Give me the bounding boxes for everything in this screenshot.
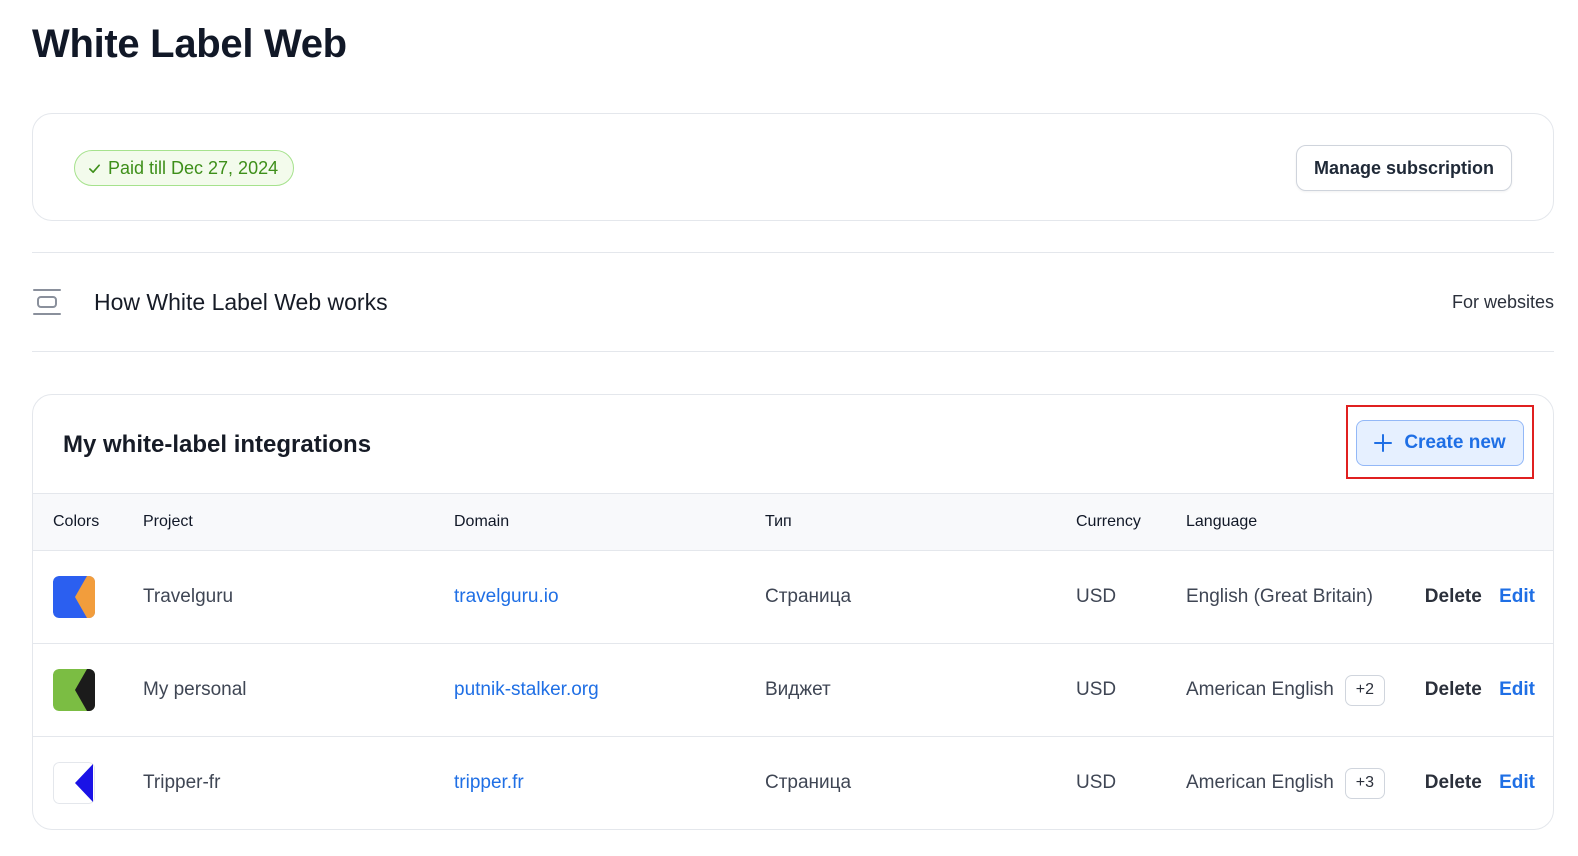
status-badge: Paid till Dec 27, 2024	[74, 150, 295, 186]
edit-button[interactable]: Edit	[1499, 772, 1535, 794]
integrations-table: Colors Project Domain Тип Currency Langu…	[33, 493, 1553, 830]
page-title: White Label Web	[32, 22, 347, 66]
delete-button[interactable]: Delete	[1425, 679, 1482, 701]
page: White Label Web Paid till Dec 27, 2024 M…	[0, 0, 1578, 856]
panel-icon	[33, 289, 61, 315]
currency: USD	[1076, 772, 1117, 794]
column-header-colors: Colors	[53, 513, 100, 530]
how-it-works-tag: For websites	[1451, 292, 1554, 312]
domain-link[interactable]: tripper.fr	[454, 772, 524, 793]
how-it-works-title: How White Label Web works	[94, 289, 388, 315]
integrations-card: My white-label integrations Create new C…	[32, 394, 1554, 830]
color-swatch	[53, 576, 95, 618]
edit-button[interactable]: Edit	[1499, 679, 1535, 701]
currency: USD	[1076, 586, 1117, 607]
language: English (Great Britain)	[1186, 586, 1373, 607]
subscription-card: Paid till Dec 27, 2024 Manage subscripti…	[32, 113, 1554, 221]
integration-type: Виджет	[765, 679, 831, 700]
more-languages-badge[interactable]: +3	[1344, 767, 1385, 799]
check-icon	[89, 163, 100, 173]
create-new-button[interactable]: Create new	[1356, 420, 1524, 466]
table-row: Travelguru travelguru.io Страница USD En…	[33, 551, 1553, 644]
column-header-domain: Domain	[454, 513, 510, 530]
currency: USD	[1076, 679, 1117, 700]
domain-link[interactable]: travelguru.io	[454, 586, 559, 607]
color-swatch-graphic	[53, 762, 95, 805]
how-it-works-row[interactable]: How White Label Web works For websites	[32, 252, 1554, 352]
column-header-project: Project	[143, 513, 193, 530]
domain-link[interactable]: putnik-stalker.org	[454, 679, 599, 700]
project-name: Tripper-fr	[143, 772, 221, 794]
column-header-actions	[1416, 494, 1553, 551]
delete-button[interactable]: Delete	[1425, 586, 1482, 608]
color-swatch	[53, 669, 95, 711]
column-header-language: Language	[1186, 513, 1258, 530]
delete-button[interactable]: Delete	[1425, 772, 1482, 794]
more-languages-badge[interactable]: +2	[1344, 674, 1385, 706]
column-header-currency: Currency	[1076, 513, 1141, 530]
table-header-row: Colors Project Domain Тип Currency Langu…	[33, 493, 1553, 551]
project-name: Travelguru	[143, 586, 234, 607]
color-swatch-graphic	[53, 576, 95, 618]
color-swatch	[53, 762, 95, 805]
plus-icon	[1374, 434, 1393, 452]
status-text: Paid till Dec 27, 2024	[108, 157, 279, 178]
table-row: Tripper-fr tripper.fr Страница USD Ameri…	[33, 737, 1553, 830]
column-header-type: Тип	[765, 513, 792, 530]
manage-subscription-button[interactable]: Manage subscription	[1296, 145, 1512, 191]
integrations-title: My white-label integrations	[63, 431, 372, 458]
integration-type: Страница	[765, 586, 852, 607]
language: American English	[1186, 772, 1334, 794]
create-new-label: Create new	[1404, 432, 1506, 453]
project-name: My personal	[143, 679, 247, 700]
table-row: My personal putnik-stalker.org Виджет US…	[33, 644, 1553, 737]
integration-type: Страница	[765, 772, 852, 794]
language: American English	[1186, 679, 1334, 700]
edit-button[interactable]: Edit	[1499, 586, 1535, 608]
color-swatch-graphic	[53, 669, 95, 711]
